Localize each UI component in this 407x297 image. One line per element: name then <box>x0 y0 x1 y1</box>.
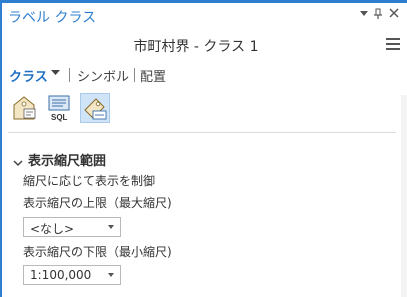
dropdown-arrow-icon <box>108 225 114 229</box>
upper-scale-value: <なし> <box>30 222 75 236</box>
layer-row: 市町村界 - クラス 1 <box>0 34 407 58</box>
layer-class-name: 市町村界 - クラス 1 <box>133 39 259 55</box>
section-collapse-chevron-icon[interactable] <box>13 153 23 167</box>
dropdown-arrow-icon <box>108 273 114 277</box>
label-class-toolbar: SQL <box>0 93 407 127</box>
pane-title: ラベル クラス <box>8 10 97 26</box>
visibility-range-icon[interactable] <box>80 93 110 123</box>
pane-options-icon[interactable] <box>359 8 369 22</box>
tab-separator <box>69 68 70 82</box>
vertical-scrollbar[interactable] <box>401 95 407 297</box>
tab-placement[interactable]: 配置 <box>140 66 166 85</box>
section-divider <box>8 132 396 133</box>
class-label-icon[interactable] <box>10 93 40 123</box>
section-description: 縮尺に応じて表示を制御 <box>23 174 156 188</box>
class-dropdown-chevron-icon[interactable] <box>51 68 60 80</box>
hamburger-menu-icon[interactable] <box>386 38 400 50</box>
tab-separator <box>134 68 135 82</box>
tab-class[interactable]: クラス <box>9 66 48 85</box>
pin-icon[interactable] <box>373 8 383 24</box>
sql-query-icon[interactable]: SQL <box>45 93 75 123</box>
sql-icon-text: SQL <box>51 113 68 122</box>
lower-scale-value: 1:100,000 <box>30 268 92 282</box>
section-title[interactable]: 表示縮尺範囲 <box>28 150 106 169</box>
lower-scale-dropdown[interactable]: 1:100,000 <box>23 265 121 285</box>
tab-symbol[interactable]: シンボル <box>77 66 129 85</box>
upper-scale-dropdown[interactable]: <なし> <box>23 217 121 237</box>
close-icon[interactable] <box>389 8 399 22</box>
upper-scale-label: 表示縮尺の上限（最大縮尺) <box>23 196 172 210</box>
pane-titlebar: ラベル クラス <box>0 3 407 29</box>
lower-scale-label: 表示縮尺の下限（最小縮尺) <box>23 245 172 259</box>
